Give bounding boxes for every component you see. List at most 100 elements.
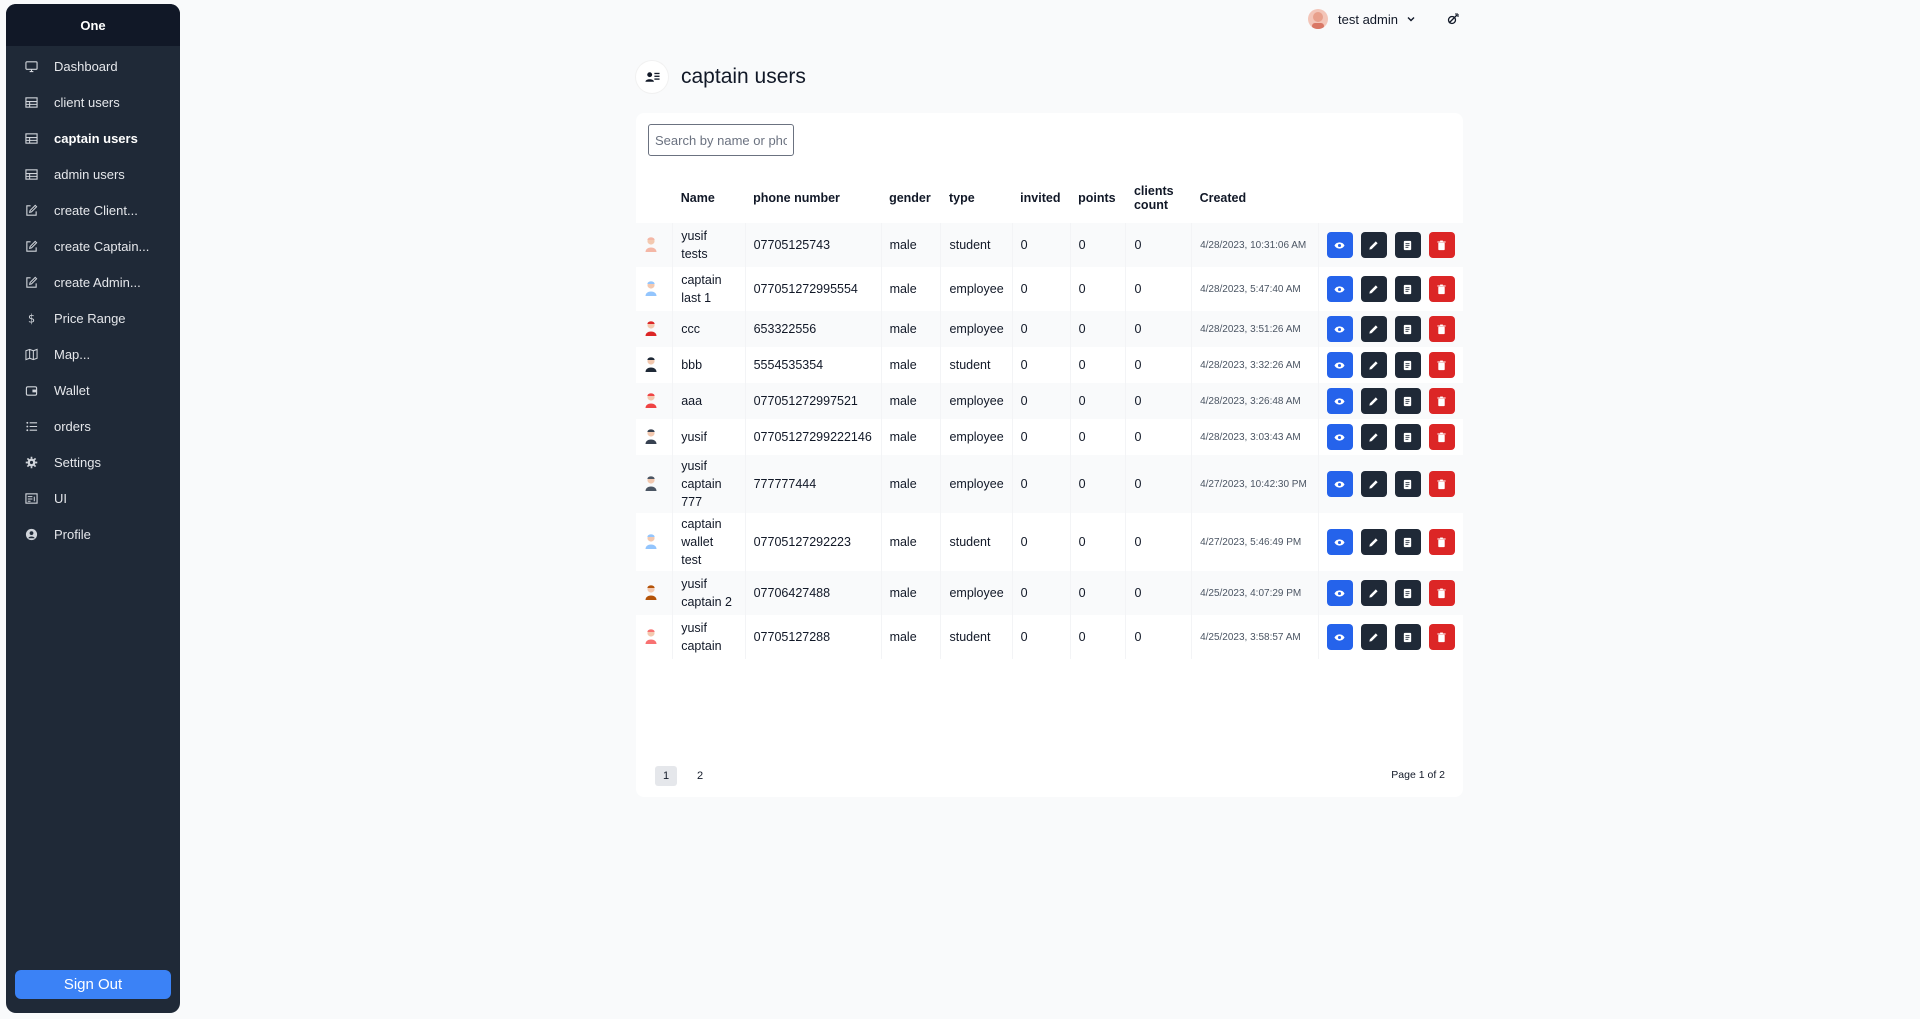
view-button[interactable] (1326, 624, 1353, 650)
sidebar-item-label: Wallet (54, 382, 90, 398)
edit-button[interactable] (1360, 529, 1387, 555)
delete-button[interactable] (1428, 388, 1455, 414)
sidebar-item-settings[interactable]: Settings (6, 444, 180, 480)
pencil-icon (1369, 537, 1379, 547)
cell-type: student (940, 347, 1013, 383)
edit-button[interactable] (1360, 424, 1387, 450)
delete-button[interactable] (1428, 276, 1455, 302)
header-gender[interactable]: gender (881, 173, 941, 223)
trash-icon (1437, 479, 1447, 489)
sidebar-item-orders[interactable]: orders (6, 408, 180, 444)
avatar-cell (636, 419, 674, 455)
sidebar-item-ui[interactable]: UI (6, 480, 180, 516)
header-points[interactable]: points (1070, 173, 1126, 223)
view-button[interactable] (1326, 424, 1353, 450)
delete-button[interactable] (1428, 580, 1455, 606)
cell-name: yusif tests (672, 223, 746, 267)
sidebar-item-profile[interactable]: Profile (6, 516, 180, 552)
view-button[interactable] (1326, 316, 1353, 342)
edit-button[interactable] (1360, 352, 1387, 378)
trash-icon (1437, 396, 1447, 406)
sidebar-item-captain-users[interactable]: captain users (6, 120, 180, 156)
wallet-button[interactable] (1394, 232, 1421, 258)
search-input[interactable] (648, 124, 794, 156)
page-2-button[interactable]: 2 (689, 766, 711, 786)
document-icon (1404, 479, 1412, 489)
cell-created: 4/28/2023, 5:47:40 AM (1191, 267, 1319, 311)
header-name[interactable]: Name (673, 173, 745, 223)
edit-button[interactable] (1360, 388, 1387, 414)
delete-button[interactable] (1428, 352, 1455, 378)
eye-icon (1334, 285, 1345, 293)
wallet-button[interactable] (1394, 316, 1421, 342)
edit-button[interactable] (1360, 624, 1387, 650)
document-icon (1404, 360, 1412, 370)
cell-type: employee (940, 455, 1013, 513)
sidebar-item-label: Dashboard (54, 58, 118, 74)
sidebar-item-create-client[interactable]: create Client... (6, 192, 180, 228)
wallet-button[interactable] (1394, 529, 1421, 555)
actions-cell (1318, 223, 1463, 267)
sidebar-item-price-range[interactable]: $ Price Range (6, 300, 180, 336)
cell-phone: 077051272995554 (745, 267, 882, 311)
sidebar-item-dashboard[interactable]: Dashboard (6, 48, 180, 84)
wallet-button[interactable] (1394, 580, 1421, 606)
view-button[interactable] (1326, 529, 1353, 555)
wallet-button[interactable] (1394, 624, 1421, 650)
cell-invited: 0 (1012, 383, 1071, 419)
sidebar-item-wallet[interactable]: Wallet (6, 372, 180, 408)
edit-button[interactable] (1360, 580, 1387, 606)
delete-button[interactable] (1428, 529, 1455, 555)
view-button[interactable] (1326, 352, 1353, 378)
eye-icon (1334, 589, 1345, 597)
cell-type: employee (940, 419, 1013, 455)
cell-name: captain wallet test (672, 513, 746, 571)
header-phone[interactable]: phone number (745, 173, 881, 223)
eye-icon (1334, 538, 1345, 546)
delete-button[interactable] (1428, 424, 1455, 450)
cell-name: yusif captain 777 (672, 455, 746, 513)
wallet-button[interactable] (1394, 276, 1421, 302)
header-created[interactable]: Created (1192, 173, 1319, 223)
cell-phone: 077051272997521 (745, 383, 882, 419)
eye-icon (1334, 433, 1345, 441)
view-button[interactable] (1326, 580, 1353, 606)
header-clients-count[interactable]: clients count (1126, 173, 1192, 223)
sidebar-item-create-captain[interactable]: create Captain... (6, 228, 180, 264)
page-1-button[interactable]: 1 (655, 766, 677, 786)
chevron-down-icon[interactable] (1406, 14, 1416, 24)
edit-button[interactable] (1360, 276, 1387, 302)
sidebar-item-admin-users[interactable]: admin users (6, 156, 180, 192)
sign-out-button[interactable]: Sign Out (15, 970, 171, 999)
delete-button[interactable] (1428, 624, 1455, 650)
header-invited[interactable]: invited (1012, 173, 1070, 223)
user-avatar[interactable] (1308, 9, 1328, 29)
edit-button[interactable] (1360, 232, 1387, 258)
edit-button[interactable] (1360, 316, 1387, 342)
avatar-cell (636, 513, 674, 571)
brand-logo[interactable]: One (6, 4, 180, 46)
view-button[interactable] (1326, 388, 1353, 414)
user-name[interactable]: test admin (1338, 12, 1398, 27)
view-button[interactable] (1326, 471, 1353, 497)
cell-gender: male (881, 383, 942, 419)
view-button[interactable] (1326, 276, 1353, 302)
table-row: ccc 653322556 male employee 0 0 0 4/28/2023, 3:… (636, 311, 1463, 347)
delete-button[interactable] (1428, 232, 1455, 258)
header-type[interactable]: type (941, 173, 1012, 223)
theme-toggle-icon[interactable] (1446, 12, 1460, 26)
sidebar-item-client-users[interactable]: client users (6, 84, 180, 120)
wallet-button[interactable] (1394, 424, 1421, 450)
wallet-button[interactable] (1394, 352, 1421, 378)
delete-button[interactable] (1428, 471, 1455, 497)
layout-icon (24, 491, 38, 505)
edit-square-icon (24, 239, 38, 253)
sidebar-item-map[interactable]: Map... (6, 336, 180, 372)
edit-button[interactable] (1360, 471, 1387, 497)
wallet-button[interactable] (1394, 388, 1421, 414)
wallet-button[interactable] (1394, 471, 1421, 497)
view-button[interactable] (1326, 232, 1353, 258)
sidebar-item-create-admin[interactable]: create Admin... (6, 264, 180, 300)
delete-button[interactable] (1428, 316, 1455, 342)
list-icon (24, 419, 38, 433)
